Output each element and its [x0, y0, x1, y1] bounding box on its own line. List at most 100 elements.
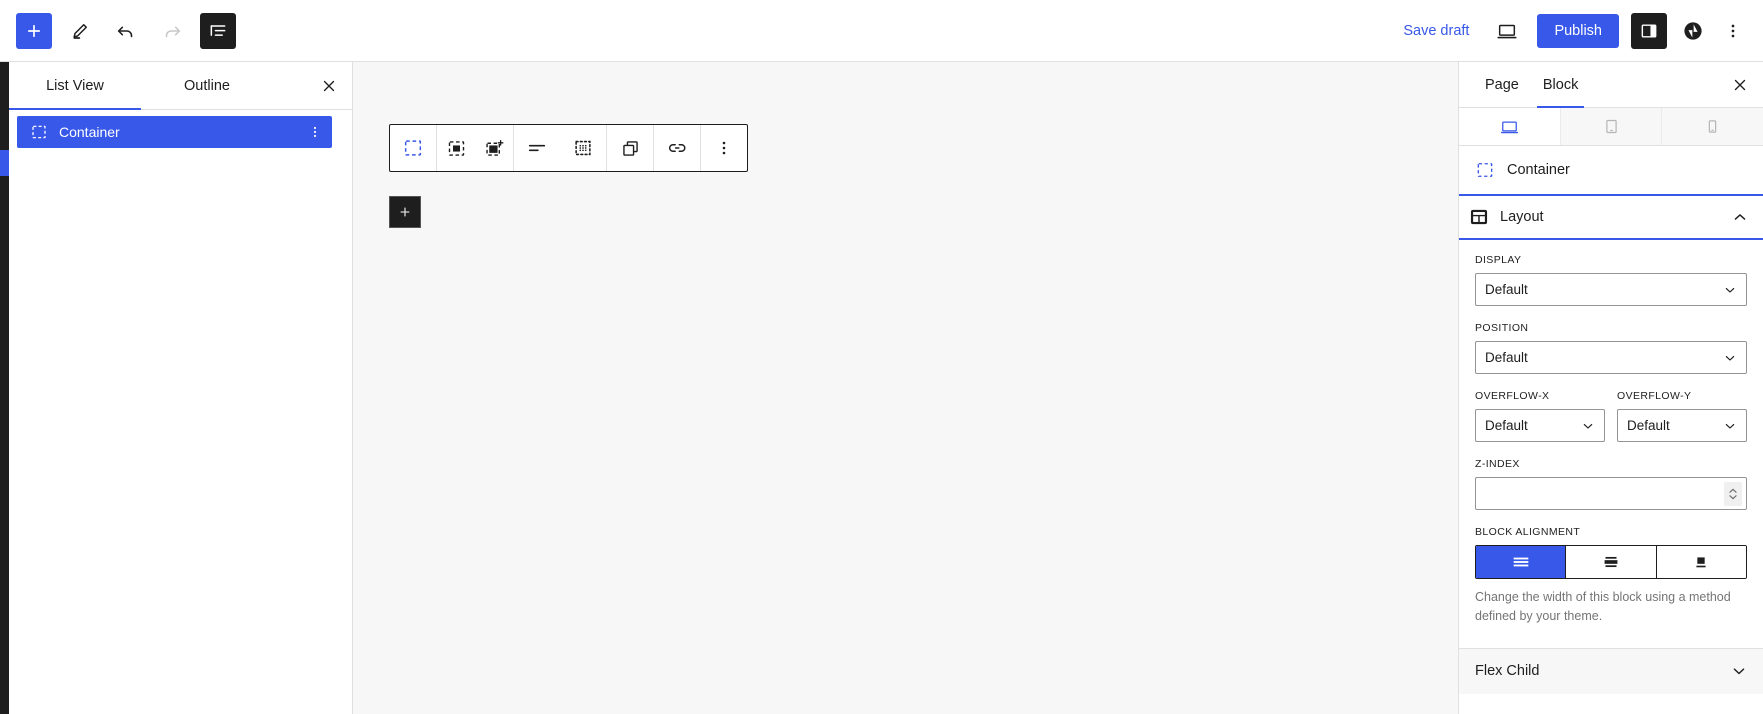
- pencil-icon: [70, 21, 90, 41]
- display-select[interactable]: Default: [1475, 273, 1747, 306]
- list-view-body: Container: [9, 110, 352, 714]
- device-preview-tabs: [1459, 108, 1763, 146]
- list-view-panel: List View Outline Container: [9, 62, 353, 714]
- selected-block-header: Container: [1459, 146, 1763, 194]
- block-toolbar-group-link: [654, 125, 701, 171]
- block-toolbar: [389, 124, 748, 172]
- block-alignment-help: Change the width of this block using a m…: [1475, 590, 1731, 623]
- preview-button[interactable]: [1487, 13, 1527, 49]
- block-more-options-button[interactable]: [701, 125, 747, 171]
- link-icon: [666, 137, 688, 159]
- align-wide-button[interactable]: [1566, 546, 1657, 578]
- close-icon: [1731, 76, 1749, 94]
- field-display: DISPLAY Default: [1475, 254, 1747, 306]
- top-bar-right-tools: Save draft Publish: [1391, 12, 1749, 49]
- drag-position-indicator: [0, 150, 9, 176]
- panel-title-layout: Layout: [1500, 209, 1544, 225]
- drag-dots-icon: [572, 137, 594, 159]
- editor-options-button[interactable]: [1717, 13, 1749, 49]
- block-toolbar-group-more: [701, 125, 747, 171]
- plugin-button[interactable]: [1675, 13, 1711, 49]
- device-tab-tablet[interactable]: [1560, 108, 1663, 145]
- plus-icon: [397, 204, 413, 220]
- list-item[interactable]: Container: [17, 116, 332, 148]
- block-type-container-button[interactable]: [390, 125, 436, 171]
- device-tab-mobile[interactable]: [1662, 108, 1763, 145]
- overflow-y-select[interactable]: Default: [1617, 409, 1747, 442]
- overflow-y-select-value: Default: [1627, 418, 1670, 433]
- panel-title-flex-child: Flex Child: [1475, 663, 1540, 679]
- label-display: DISPLAY: [1475, 254, 1522, 266]
- add-child-block-button[interactable]: [475, 125, 513, 171]
- list-view-button[interactable]: [200, 12, 236, 49]
- block-toolbar-group-parent: [437, 125, 514, 171]
- selected-block-name: Container: [1507, 161, 1570, 178]
- close-icon: [320, 77, 338, 95]
- list-item-options-button[interactable]: [304, 124, 326, 140]
- z-index-stepper[interactable]: [1724, 481, 1742, 506]
- redo-icon: [161, 20, 183, 42]
- add-block-button[interactable]: [16, 12, 52, 49]
- align-default-button[interactable]: [1656, 546, 1746, 578]
- block-toolbar-group-duplicate: [607, 125, 654, 171]
- chevron-down-icon: [1729, 661, 1749, 681]
- overflow-x-select[interactable]: Default: [1475, 409, 1605, 442]
- publish-button[interactable]: Publish: [1537, 13, 1619, 48]
- close-sidebar-button[interactable]: [1717, 62, 1763, 107]
- align-wide-icon: [1600, 551, 1622, 573]
- align-icon: [526, 137, 548, 159]
- label-overflow-x: OVERFLOW-X: [1475, 390, 1550, 402]
- sidebar-panel-icon: [1639, 21, 1659, 41]
- field-position: POSITION Default: [1475, 322, 1747, 374]
- position-select[interactable]: Default: [1475, 341, 1747, 374]
- field-overflow-row: OVERFLOW-X Default OVERFLOW-Y Default: [1475, 390, 1747, 442]
- copy-icon: [620, 138, 641, 159]
- block-alignment-group: [1475, 545, 1747, 579]
- z-index-input[interactable]: [1484, 486, 1738, 501]
- sidebar-tabs: Page Block: [1459, 62, 1763, 108]
- edit-tool-button[interactable]: [62, 13, 98, 49]
- top-bar-left-tools: [16, 12, 236, 49]
- layout-icon: [1468, 206, 1490, 228]
- settings-sidebar-toggle[interactable]: [1631, 12, 1667, 49]
- align-button[interactable]: [514, 125, 560, 171]
- undo-button[interactable]: [108, 13, 144, 49]
- tab-list-view[interactable]: List View: [9, 62, 141, 110]
- add-child-icon: [484, 138, 505, 159]
- tab-outline[interactable]: Outline: [141, 62, 273, 109]
- redo-button[interactable]: [154, 13, 190, 49]
- tab-page[interactable]: Page: [1473, 62, 1531, 107]
- editor-canvas[interactable]: [353, 62, 1458, 714]
- mobile-icon: [1705, 119, 1720, 134]
- panel-header-flex-child[interactable]: Flex Child: [1459, 647, 1763, 694]
- save-draft-button[interactable]: Save draft: [1391, 17, 1481, 45]
- undo-icon: [115, 20, 137, 42]
- drag-handle-button[interactable]: [560, 125, 606, 171]
- list-view-tabs: List View Outline: [9, 62, 352, 110]
- label-position: POSITION: [1475, 322, 1529, 334]
- link-button[interactable]: [654, 125, 700, 171]
- label-overflow-y: OVERFLOW-Y: [1617, 390, 1692, 402]
- label-z-index: Z-INDEX: [1475, 458, 1520, 470]
- left-edge-rail: [0, 62, 9, 714]
- overflow-x-select-value: Default: [1485, 418, 1528, 433]
- block-appender-button[interactable]: [389, 196, 421, 228]
- align-full-icon: [1510, 551, 1532, 573]
- position-select-value: Default: [1485, 350, 1528, 365]
- field-block-alignment: BLOCK ALIGNMENT Change the width of this…: [1475, 526, 1747, 626]
- list-item-label: Container: [59, 124, 120, 140]
- field-overflow-x: OVERFLOW-X Default: [1475, 390, 1605, 442]
- block-toolbar-group-type: [390, 125, 437, 171]
- device-tab-desktop[interactable]: [1459, 108, 1561, 145]
- chevron-down-icon: [1722, 418, 1738, 434]
- container-icon: [1475, 160, 1495, 180]
- block-toolbar-group-align: [514, 125, 607, 171]
- select-parent-icon: [446, 138, 467, 159]
- close-list-view-button[interactable]: [306, 62, 352, 109]
- duplicate-button[interactable]: [607, 125, 653, 171]
- align-full-button[interactable]: [1476, 546, 1567, 578]
- panel-header-layout[interactable]: Layout: [1459, 194, 1763, 240]
- select-parent-block-button[interactable]: [437, 125, 475, 171]
- tab-block[interactable]: Block: [1531, 62, 1590, 108]
- jetpack-circle-icon: [1682, 20, 1704, 42]
